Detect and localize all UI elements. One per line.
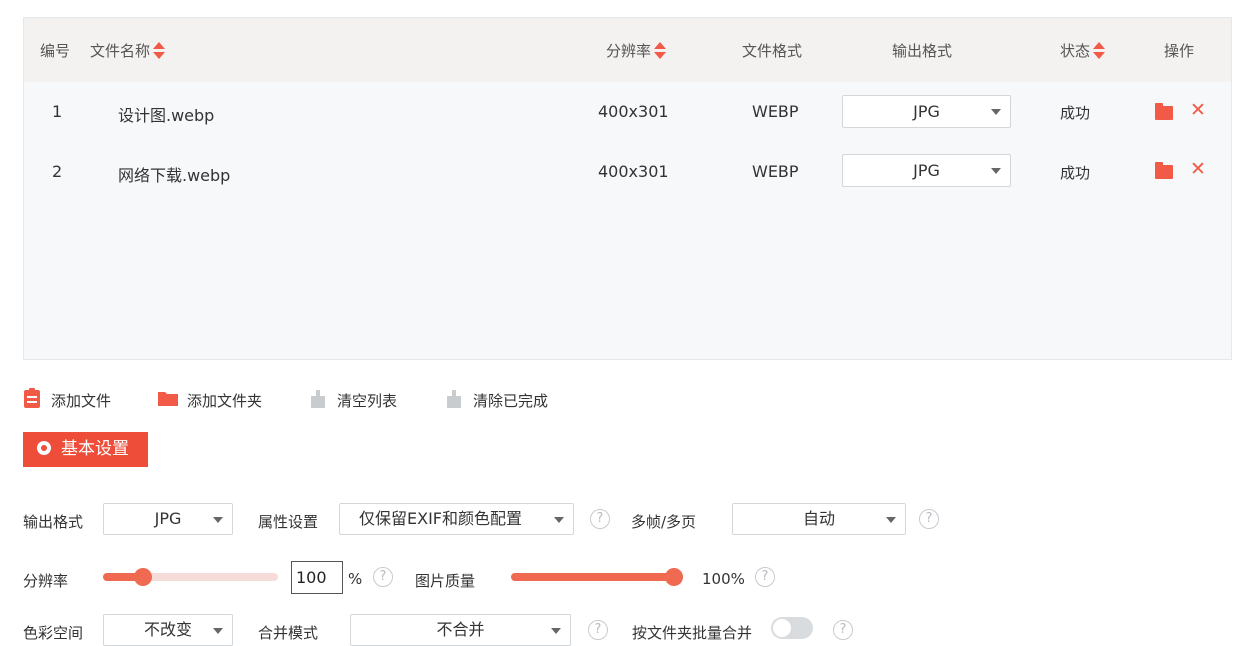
row-resolution: 400x301 [598,102,669,121]
help-icon[interactable]: ? [373,567,393,587]
basic-settings-tab[interactable]: 基本设置 [23,432,148,467]
folder-icon[interactable] [1155,103,1173,120]
row-filename: 设计图.webp [118,106,215,125]
output-format-select[interactable]: JPG [103,503,233,535]
quality-label: 图片质量 [415,572,476,590]
sort-icon[interactable] [153,41,166,60]
gear-icon [37,441,51,455]
row-status: 成功 [1060,164,1091,182]
multiframe-label: 多帧/多页 [631,513,697,531]
clear-list-button[interactable]: 清空列表 [310,386,410,410]
column-header-format: 文件格式 [742,42,803,60]
add-folder-icon [158,392,178,406]
add-folder-button[interactable]: 添加文件夹 [157,386,272,410]
multiframe-value: 自动 [802,509,835,528]
chevron-down-icon [551,628,561,634]
row-output-format-select[interactable]: JPG [842,95,1011,128]
help-icon[interactable]: ? [833,620,853,640]
merge-mode-label: 合并模式 [258,624,319,642]
output-format-value: JPG [154,509,182,528]
attribute-select[interactable]: 仅保留EXIF和颜色配置 [339,503,574,535]
sort-icon[interactable] [654,41,667,60]
attribute-label: 属性设置 [258,513,319,531]
quality-slider[interactable] [511,568,683,586]
chevron-down-icon [213,517,223,523]
clear-done-button[interactable]: 清除已完成 [446,386,566,410]
row-output-format-value: JPG [913,102,940,121]
basic-settings-label: 基本设置 [61,439,129,459]
column-header-filename[interactable]: 文件名称 [90,40,166,61]
row-filename: 网络下载.webp [118,166,231,185]
close-icon[interactable]: ✕ [1190,160,1206,179]
row-output-format-value: JPG [913,161,940,180]
merge-mode-select[interactable]: 不合并 [350,614,571,646]
clear-list-icon [311,390,325,408]
column-header-resolution-label: 分辨率 [606,42,652,60]
row-status: 成功 [1060,104,1091,122]
folder-icon[interactable] [1155,162,1173,179]
column-header-output-format: 输出格式 [892,42,953,60]
colorspace-value: 不改变 [143,620,192,639]
column-header-resolution[interactable]: 分辨率 [606,40,667,61]
row-output-format-select[interactable]: JPG [842,154,1011,187]
quality-value: 100% [702,570,745,588]
quality-slider-handle[interactable] [665,568,683,586]
row-resolution: 400x301 [598,162,669,181]
chevron-down-icon [886,517,896,523]
clear-done-icon [447,390,461,408]
help-icon[interactable]: ? [755,567,775,587]
multiframe-select[interactable]: 自动 [732,503,906,535]
column-header-actions: 操作 [1164,42,1195,60]
table-header: 编号 文件名称 分辨率 文件格式 输出格式 状态 操作 [24,18,1231,82]
output-format-label: 输出格式 [23,513,84,531]
row-index: 1 [52,102,63,121]
row-format: WEBP [752,162,799,181]
resolution-unit: % [348,570,363,588]
resolution-input[interactable]: 100 [291,561,343,594]
add-file-label: 添加文件 [51,392,112,410]
chevron-down-icon [213,628,223,634]
row-index: 2 [52,162,63,181]
help-icon[interactable]: ? [588,620,608,640]
merge-mode-value: 不合并 [436,620,485,639]
resolution-slider-handle[interactable] [134,568,153,586]
chevron-down-icon [991,168,1001,174]
row-format: WEBP [752,102,799,121]
batch-merge-label: 按文件夹批量合并 [632,624,753,642]
resolution-slider[interactable] [103,568,278,586]
column-header-filename-label: 文件名称 [90,42,151,60]
column-header-status-label: 状态 [1060,42,1091,60]
clear-done-label: 清除已完成 [473,392,549,410]
column-header-status[interactable]: 状态 [1060,40,1106,61]
add-file-icon [24,388,40,408]
batch-merge-toggle[interactable] [771,617,813,639]
add-folder-label: 添加文件夹 [187,392,263,410]
file-list-panel: 编号 文件名称 分辨率 文件格式 输出格式 状态 操作 1 设计图.webp 4… [23,17,1232,360]
clear-list-label: 清空列表 [337,392,398,410]
chevron-down-icon [991,109,1001,115]
sort-icon[interactable] [1093,41,1106,60]
add-file-button[interactable]: 添加文件 [23,386,123,410]
attribute-value: 仅保留EXIF和颜色配置 [359,509,522,528]
quality-slider-fill [511,573,683,581]
column-header-index: 编号 [40,42,71,60]
help-icon[interactable]: ? [919,509,939,529]
close-icon[interactable]: ✕ [1190,101,1206,120]
colorspace-label: 色彩空间 [23,624,84,642]
colorspace-select[interactable]: 不改变 [103,614,233,646]
resolution-label: 分辨率 [23,572,69,590]
help-icon[interactable]: ? [590,509,610,529]
chevron-down-icon [554,517,564,523]
